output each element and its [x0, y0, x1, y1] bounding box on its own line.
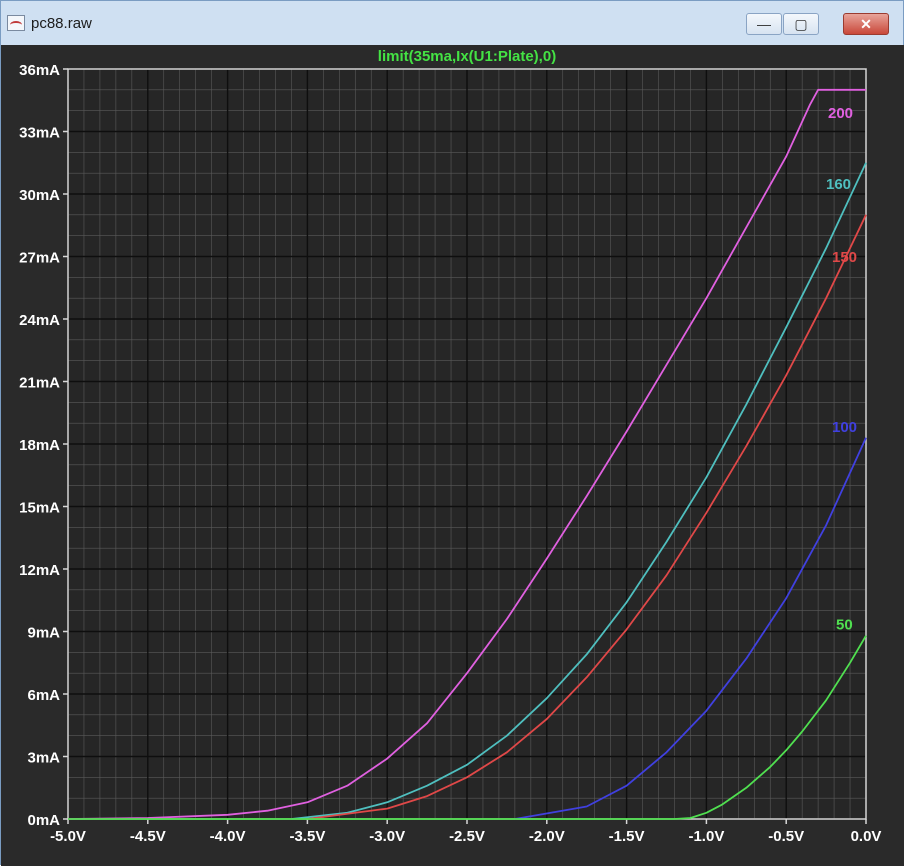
close-icon: ✕	[860, 16, 872, 32]
minimize-button[interactable]: —	[746, 13, 782, 35]
x-tick-label: -0.5V	[768, 828, 804, 845]
x-tick-label: -2.0V	[529, 828, 565, 845]
series-label-50: 50	[836, 617, 853, 634]
x-tick-label: -5.0V	[50, 828, 86, 845]
y-tick-label: 30mA	[19, 187, 60, 204]
x-tick-label: -4.5V	[130, 828, 166, 845]
title-bar[interactable]: pc88.raw — ▢ ✕	[1, 1, 904, 45]
y-tick-label: 36mA	[19, 62, 60, 79]
y-tick-label: 21mA	[19, 375, 60, 392]
x-tick-label: -3.5V	[289, 828, 325, 845]
plot-pane[interactable]: 0mA 3mA 6mA 9mA 12mA 15mA 18mA 21mA 24mA 27mA 30mA…	[1, 45, 904, 866]
waveform-icon	[7, 15, 25, 31]
x-tick-label: -2.5V	[449, 828, 485, 845]
maximize-icon: ▢	[794, 16, 808, 32]
y-tick-label: 15mA	[19, 500, 60, 517]
chart-title: limit(35ma,Ix(U1:Plate),0)	[378, 48, 556, 65]
y-tick-label: 18mA	[19, 437, 60, 454]
y-tick-label: 27mA	[19, 250, 60, 267]
x-tick-label: -4.0V	[210, 828, 246, 845]
y-tick-label: 0mA	[27, 812, 60, 829]
y-tick-label: 6mA	[27, 687, 60, 704]
series-label-150: 150	[832, 249, 857, 266]
x-tick-label: -1.5V	[609, 828, 645, 845]
series-label-200: 200	[828, 105, 853, 122]
y-tick-label: 33mA	[19, 125, 60, 142]
close-button[interactable]: ✕	[843, 13, 889, 35]
window-title: pc88.raw	[31, 15, 92, 32]
x-tick-label: 0.0V	[851, 828, 882, 845]
y-tick-label: 3mA	[27, 750, 60, 767]
chart[interactable]: 0mA 3mA 6mA 9mA 12mA 15mA 18mA 21mA 24mA 27mA 30mA…	[1, 45, 904, 866]
y-tick-label: 24mA	[19, 312, 60, 329]
y-tick-label: 12mA	[19, 562, 60, 579]
y-tick-label: 9mA	[27, 625, 60, 642]
series-label-160: 160	[826, 176, 851, 193]
app-window: pc88.raw — ▢ ✕ 0mA 3mA 6mA 9mA 12mA 15mA 18mA 2…	[0, 0, 904, 866]
series-label-100: 100	[832, 419, 857, 436]
maximize-button[interactable]: ▢	[783, 13, 819, 35]
minimize-icon: —	[757, 16, 771, 32]
x-tick-label: -1.0V	[688, 828, 724, 845]
x-tick-label: -3.0V	[369, 828, 405, 845]
